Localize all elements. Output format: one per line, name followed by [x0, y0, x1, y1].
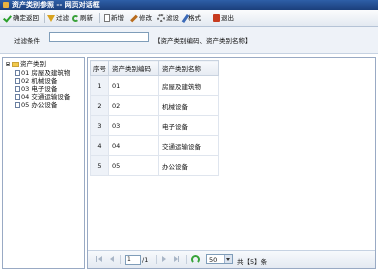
table-row[interactable]: 4 04 交通运输设备 [90, 135, 219, 156]
filter-button[interactable]: 过滤 [47, 12, 69, 24]
last-page-icon[interactable] [178, 256, 179, 262]
refresh-button[interactable]: 刷新 [72, 12, 93, 24]
table-row[interactable]: 1 01 房屋及建筑物 [90, 75, 219, 96]
column-header[interactable]: 资产类别名称 [158, 60, 219, 76]
pager-separator [156, 255, 157, 264]
row-number: 5 [90, 155, 109, 176]
pager-separator [120, 255, 121, 264]
chevron-down-icon[interactable] [224, 255, 232, 263]
check-icon [3, 14, 12, 22]
tree-item-label: 02 机械设备 [21, 77, 58, 85]
tree-item-01[interactable]: 01 房屋及建筑物 [15, 69, 70, 77]
confirm-return-label: 确定返回 [13, 14, 39, 22]
filter-condition-label: 过滤条件 [14, 37, 40, 45]
category-grid-panel: 序号 资产类别编码 资产类别名称 1 01 房屋及建筑物 2 02 机械设备 3 03 电子… [87, 57, 376, 269]
edit-button[interactable]: 修改 [130, 12, 152, 24]
new-document-icon [104, 14, 110, 22]
file-icon [15, 102, 20, 108]
pager-separator [186, 255, 187, 264]
table-cell: 02 [108, 95, 159, 116]
table-row[interactable]: 2 02 机械设备 [90, 95, 219, 116]
format-label: 格式 [188, 14, 201, 22]
table-row[interactable]: 5 05 办公设备 [90, 155, 219, 176]
table-cell: 机械设备 [158, 95, 219, 116]
file-icon [15, 70, 20, 76]
toolbar-separator [99, 13, 100, 23]
tree-root-label: 资产类别 [20, 60, 46, 68]
first-page-icon[interactable] [96, 256, 97, 262]
filter-hint: 【资产类别编码、资产类别名称】 [154, 37, 252, 45]
tree-root[interactable]: 资产类别 [3, 60, 46, 68]
tree-item-label: 05 办公设备 [21, 101, 58, 109]
exit-label: 退出 [221, 14, 234, 22]
app-icon [3, 2, 9, 8]
row-number: 2 [90, 95, 109, 116]
category-tree-panel: 资产类别 01 房屋及建筑物 02 机械设备 03 电子设备 04 交通运输设备… [2, 57, 85, 269]
table-cell: 办公设备 [158, 155, 219, 176]
refresh-icon [72, 14, 79, 22]
format-button[interactable]: 格式 [181, 12, 201, 24]
page-size-select[interactable]: 50 [206, 254, 233, 264]
tree-item-02[interactable]: 02 机械设备 [15, 77, 57, 85]
toolbar: 确定返回 过滤 刷新 新增 修改 滤设 格式 退出 [0, 10, 378, 27]
column-header[interactable]: 序号 [90, 60, 109, 76]
filter-condition-input[interactable] [49, 32, 149, 42]
folder-icon [12, 61, 19, 67]
table-cell: 05 [108, 155, 159, 176]
window-title: 资产类别参照 -- 网页对话框 [12, 1, 100, 9]
tree-item-label: 04 交通运输设备 [21, 93, 71, 101]
filter-icon [47, 14, 55, 22]
file-icon [15, 78, 20, 84]
collapse-toggle-icon[interactable] [6, 62, 10, 66]
page-total: /1 [142, 256, 149, 264]
prev-page-icon[interactable] [110, 256, 114, 262]
page-number-input[interactable]: 1 [125, 255, 141, 265]
refresh-label: 刷新 [80, 14, 93, 22]
filter-settings-label: 滤设 [166, 14, 179, 22]
table-header-row: 序号 资产类别编码 资产类别名称 [90, 60, 219, 76]
filter-label: 过滤 [56, 14, 69, 22]
next-page-icon[interactable] [162, 256, 166, 262]
exit-button[interactable]: 退出 [213, 12, 234, 24]
confirm-return-button[interactable]: 确定返回 [3, 12, 39, 24]
file-icon [15, 86, 20, 92]
toolbar-separator [44, 13, 45, 23]
refresh-icon[interactable] [191, 255, 200, 264]
row-number: 1 [90, 75, 109, 96]
edit-icon [130, 14, 138, 22]
table-row[interactable]: 3 03 电子设备 [90, 115, 219, 136]
edit-label: 修改 [139, 14, 152, 22]
table-cell: 01 [108, 75, 159, 96]
tree-item-05[interactable]: 05 办公设备 [15, 101, 57, 109]
row-number: 4 [90, 135, 109, 156]
gear-icon [157, 14, 165, 22]
title-bar: 资产类别参照 -- 网页对话框 [0, 0, 378, 10]
table-cell: 交通运输设备 [158, 135, 219, 156]
filter-bar: 过滤条件 【资产类别编码、资产类别名称】 [0, 27, 378, 54]
exit-icon [213, 14, 220, 22]
new-label: 新增 [111, 14, 124, 22]
first-page-arrow-icon[interactable] [98, 256, 102, 262]
table-cell: 03 [108, 115, 159, 136]
tree-item-label: 01 房屋及建筑物 [21, 69, 71, 77]
category-table: 序号 资产类别编码 资产类别名称 1 01 房屋及建筑物 2 02 机械设备 3 03 电子… [90, 60, 219, 176]
new-button[interactable]: 新增 [104, 12, 124, 24]
tree-item-03[interactable]: 03 电子设备 [15, 85, 57, 93]
column-header[interactable]: 资产类别编码 [108, 60, 159, 76]
pagination-bar: 1 /1 50 共【5】条 [88, 250, 375, 268]
row-number: 3 [90, 115, 109, 136]
table-cell: 04 [108, 135, 159, 156]
table-cell: 电子设备 [158, 115, 219, 136]
table-cell: 房屋及建筑物 [158, 75, 219, 96]
filter-settings-button[interactable]: 滤设 [157, 12, 179, 24]
tree-item-04[interactable]: 04 交通运输设备 [15, 93, 70, 101]
record-count: 共【5】条 [237, 258, 268, 266]
file-icon [15, 94, 20, 100]
page-size-value: 50 [209, 256, 218, 264]
tree-item-label: 03 电子设备 [21, 85, 58, 93]
